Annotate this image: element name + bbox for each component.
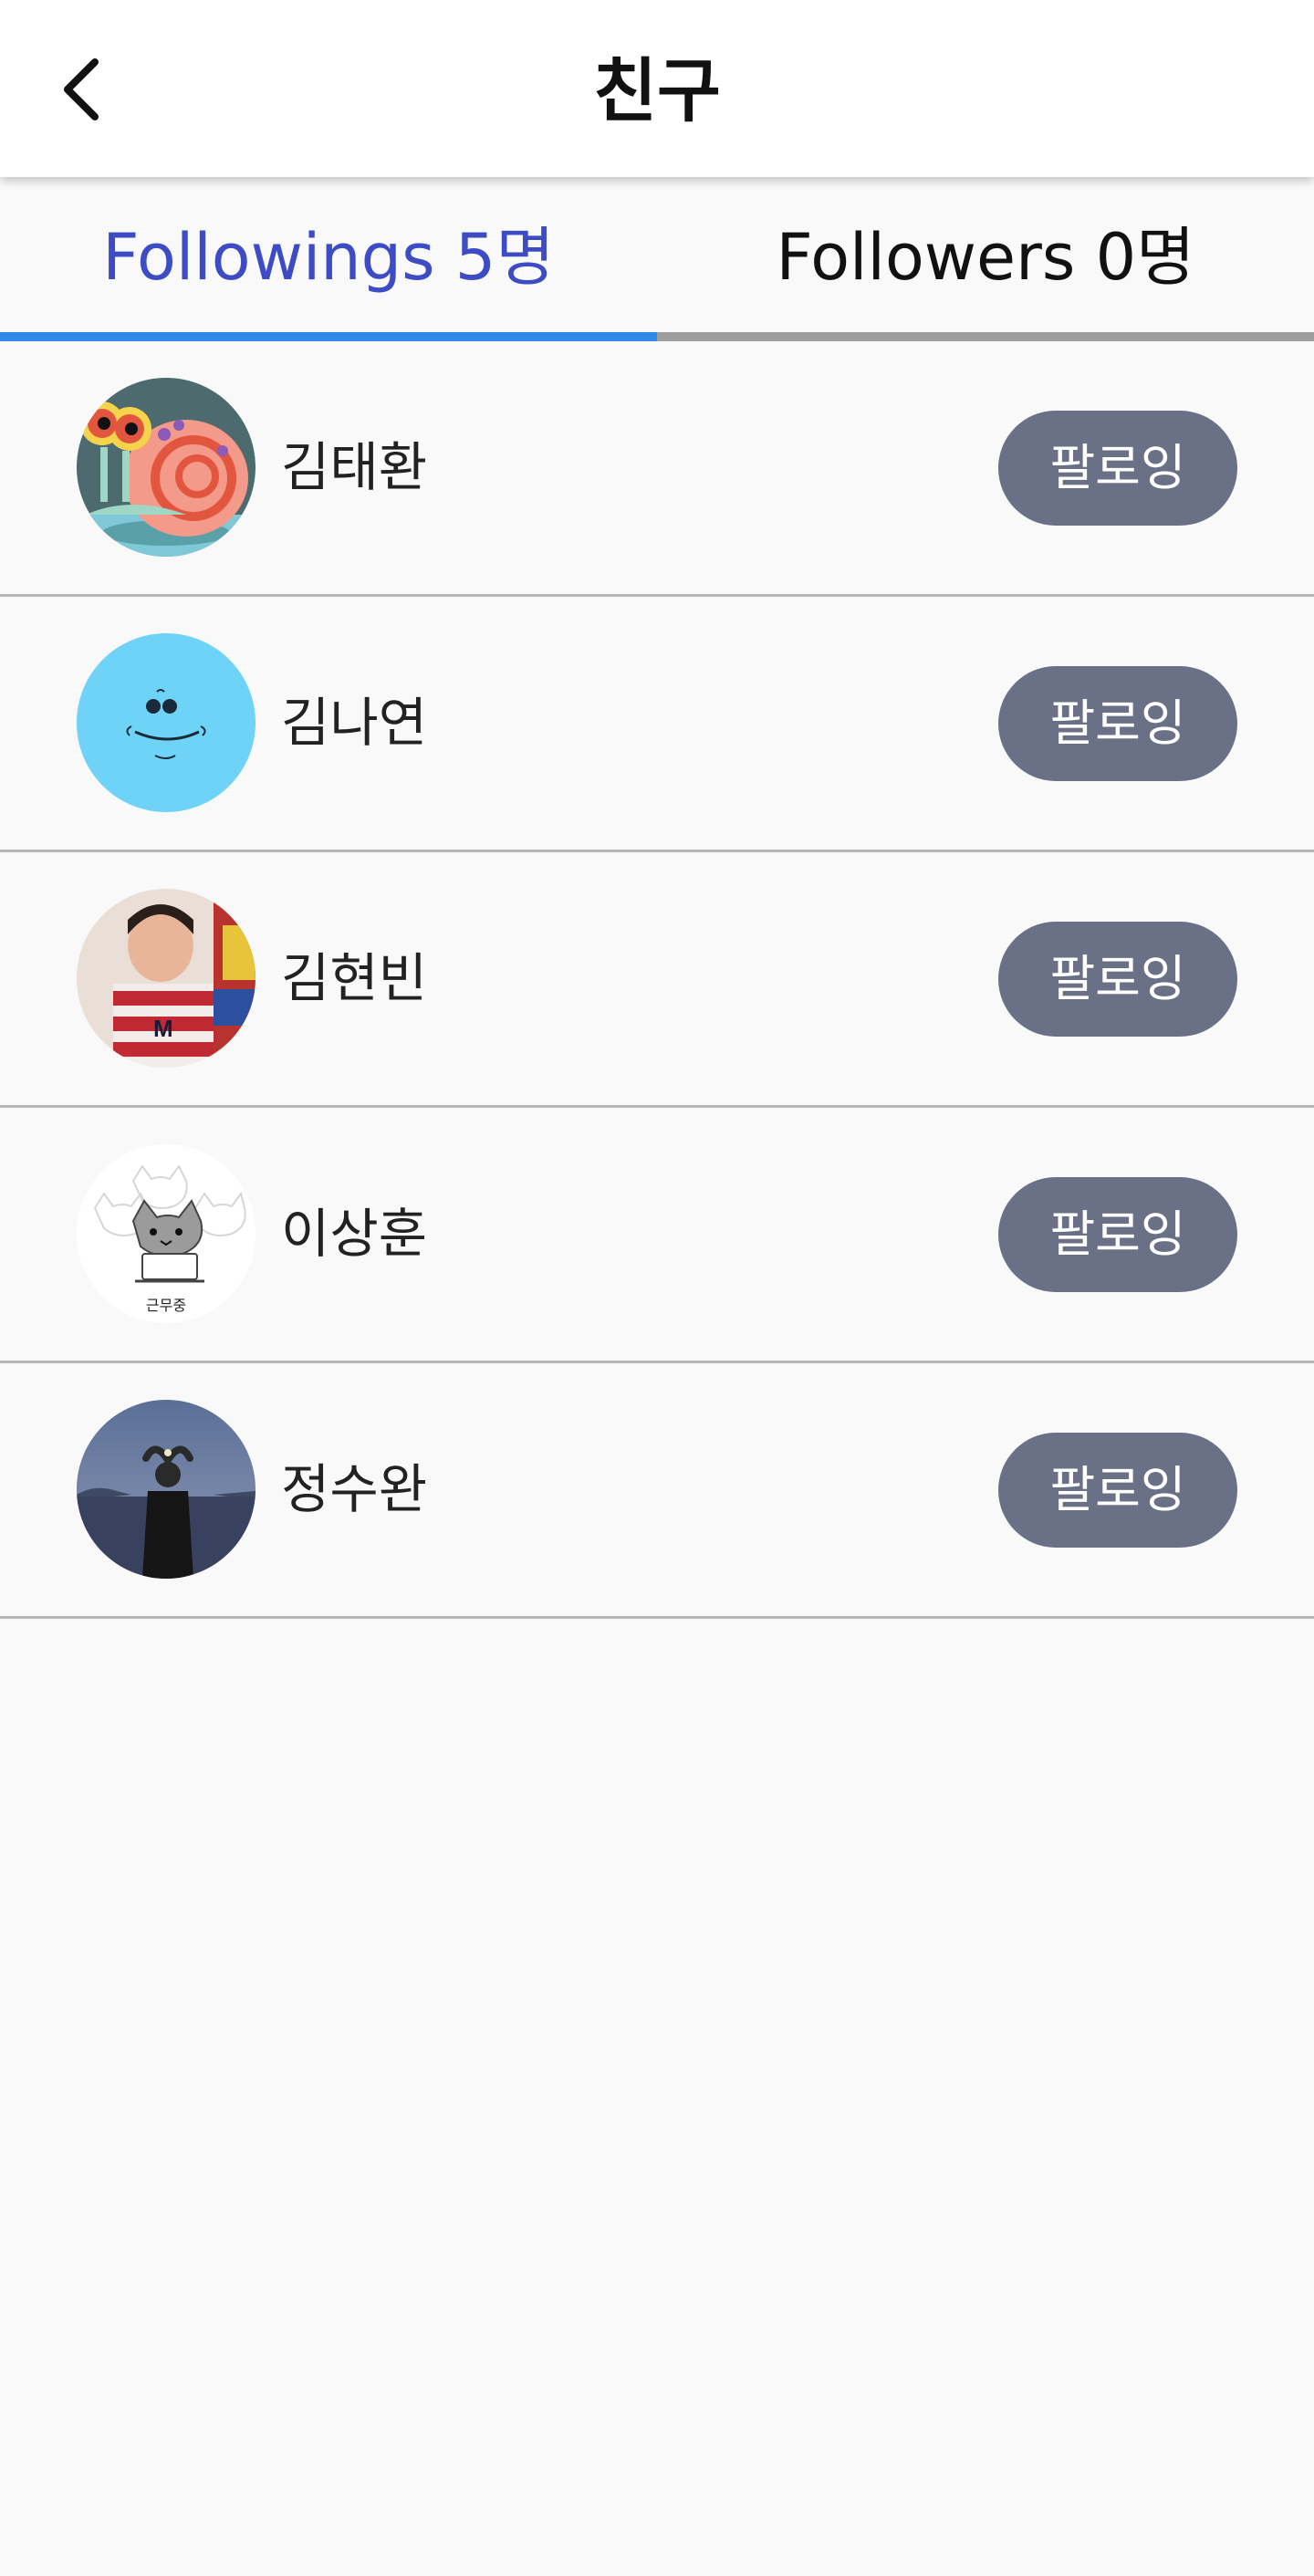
cat-drawing-avatar: 근무중 bbox=[77, 1144, 256, 1323]
page-title: 친구 bbox=[593, 50, 721, 131]
friend-name: 김현빈 bbox=[281, 947, 428, 1009]
tab-followers-indicator bbox=[657, 332, 1314, 341]
tab-followings[interactable]: Followings 5명 bbox=[0, 177, 657, 341]
snail-avatar bbox=[77, 378, 256, 557]
tab-followers-label: Followers 0명 bbox=[776, 220, 1195, 295]
following-button[interactable]: 팔로잉 bbox=[998, 922, 1237, 1037]
friend-name: 김나연 bbox=[281, 692, 428, 754]
list-item[interactable]: 김나연 팔로잉 bbox=[0, 597, 1314, 852]
list-item[interactable]: 근무중 이상훈 팔로잉 bbox=[0, 1108, 1314, 1363]
smiley-avatar bbox=[77, 633, 256, 812]
friend-name: 김태환 bbox=[281, 436, 428, 498]
tab-followings-indicator bbox=[0, 332, 657, 341]
list-item[interactable]: 김태환 팔로잉 bbox=[0, 341, 1314, 597]
app-bar: 친구 bbox=[0, 0, 1314, 177]
following-button[interactable]: 팔로잉 bbox=[998, 666, 1237, 781]
child-photo-avatar: M bbox=[77, 889, 256, 1068]
tab-followings-label: Followings 5명 bbox=[102, 220, 555, 295]
tab-bar: Followings 5명 Followers 0명 bbox=[0, 177, 1314, 341]
list-item[interactable]: 정수완 팔로잉 bbox=[0, 1363, 1314, 1619]
svg-text:M: M bbox=[153, 1015, 173, 1042]
following-button[interactable]: 팔로잉 bbox=[998, 1433, 1237, 1548]
svg-text:근무중: 근무중 bbox=[146, 1297, 186, 1314]
friend-name: 정수완 bbox=[281, 1458, 428, 1520]
tab-followers[interactable]: Followers 0명 bbox=[657, 177, 1314, 341]
seaside-photo-avatar bbox=[77, 1400, 256, 1579]
following-list: 김태환 팔로잉 김나연 팔로잉 M 김현빈 팔로잉 근무중 이상훈 팔로잉 정수… bbox=[0, 341, 1314, 1619]
friend-name: 이상훈 bbox=[281, 1203, 428, 1265]
following-button[interactable]: 팔로잉 bbox=[998, 1177, 1237, 1292]
following-button[interactable]: 팔로잉 bbox=[998, 411, 1237, 526]
list-item[interactable]: M 김현빈 팔로잉 bbox=[0, 852, 1314, 1108]
